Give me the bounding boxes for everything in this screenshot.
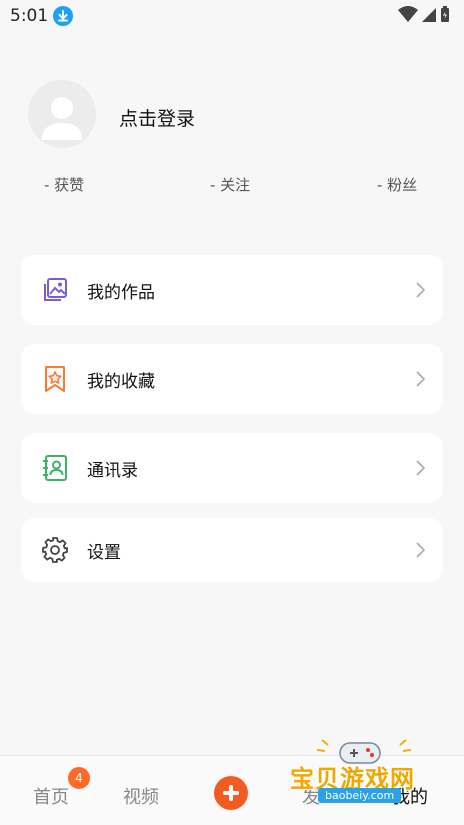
home-badge: 4 <box>68 767 90 789</box>
following-count[interactable]: - 关注 <box>210 174 250 195</box>
signal-icon <box>422 8 436 22</box>
chevron-right-icon <box>416 282 425 298</box>
publish-add-button[interactable] <box>214 776 248 810</box>
bookmark-star-icon <box>45 366 65 392</box>
chevron-right-icon <box>416 371 425 387</box>
menu-item-settings[interactable]: 设置 <box>21 518 443 582</box>
wifi-icon <box>398 6 418 22</box>
status-indicators <box>398 5 450 23</box>
chevron-right-icon <box>416 460 425 476</box>
status-time: 5:01 <box>10 6 49 26</box>
nav-tab-mine[interactable]: 我的 <box>392 783 428 809</box>
status-bar: 5:01 <box>0 0 464 32</box>
fans-count[interactable]: - 粉丝 <box>377 174 417 195</box>
menu-label-settings: 设置 <box>87 542 121 563</box>
chevron-right-icon <box>416 542 425 558</box>
contacts-icon <box>43 455 67 481</box>
menu-label-my-works: 我的作品 <box>87 282 155 303</box>
likes-count[interactable]: - 获赞 <box>44 174 84 195</box>
menu-item-my-favorites[interactable]: 我的收藏 <box>21 344 443 414</box>
avatar[interactable] <box>28 80 96 148</box>
menu-label-contacts: 通讯录 <box>87 460 138 481</box>
download-icon <box>53 6 73 26</box>
login-link[interactable]: 点击登录 <box>119 104 195 131</box>
nav-tab-home[interactable]: 首页 <box>33 783 69 809</box>
menu-label-my-favorites: 我的收藏 <box>87 371 155 392</box>
battery-icon <box>441 6 449 22</box>
nav-tab-publish[interactable]: 发 <box>302 783 320 809</box>
gear-icon <box>42 537 68 563</box>
gallery-icon <box>44 278 67 301</box>
bottom-navigation: 首页 4 视频 发 我的 <box>0 755 464 825</box>
menu-item-contacts[interactable]: 通讯录 <box>21 433 443 503</box>
nav-tab-video[interactable]: 视频 <box>123 783 159 809</box>
default-avatar-icon <box>42 97 82 140</box>
menu-item-my-works[interactable]: 我的作品 <box>21 255 443 325</box>
